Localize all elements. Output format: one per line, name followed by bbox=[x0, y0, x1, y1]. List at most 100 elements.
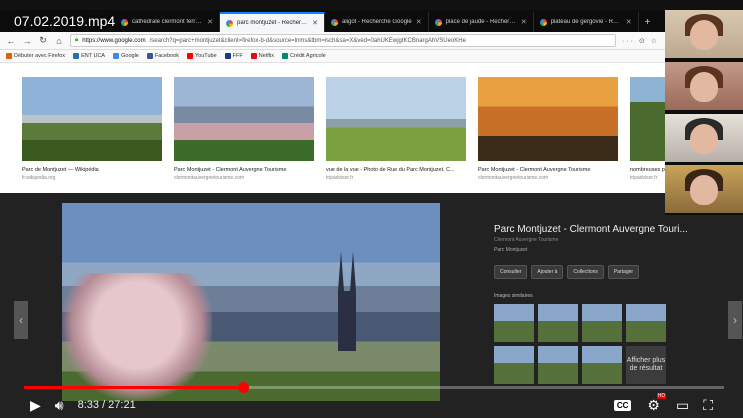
result-caption[interactable]: Parc Montjuzet - Clermont Auvergne Touri… bbox=[478, 167, 618, 173]
bookmark-netflix[interactable]: Netflix bbox=[250, 53, 275, 59]
image-result[interactable]: Parc de Montjuzet — Wikipédia fr.wikipedi… bbox=[22, 77, 162, 181]
miniplayer-icon[interactable]: ▭ bbox=[676, 397, 689, 414]
image-results: Parc de Montjuzet — Wikipédia fr.wikipedi… bbox=[0, 63, 690, 193]
show-more-results-button[interactable]: Afficher plus de résultat bbox=[626, 346, 666, 384]
google-icon bbox=[539, 18, 547, 26]
result-source: tripadvisor.fr bbox=[326, 175, 354, 181]
fullscreen-icon[interactable]: ⛶ bbox=[703, 397, 713, 414]
firefox-icon bbox=[6, 53, 12, 59]
browser-tab[interactable]: plateau de gergovie - Rech ✕ bbox=[534, 12, 639, 32]
bookmark-facebook[interactable]: Facebook bbox=[146, 53, 179, 59]
bookmark-credit-agricole[interactable]: Crédit Agricole bbox=[282, 53, 326, 59]
result-image[interactable] bbox=[478, 77, 618, 161]
similar-image[interactable] bbox=[626, 304, 666, 342]
captions-button[interactable]: CC bbox=[613, 399, 632, 411]
similar-images-label: Images similaires bbox=[494, 293, 533, 299]
close-icon[interactable]: ✕ bbox=[312, 19, 318, 27]
result-caption[interactable]: vue de la vue - Photo de Rue du Parc Mon… bbox=[326, 167, 466, 173]
bookmark-label: Débuter avec Firefox bbox=[14, 53, 66, 59]
visit-button[interactable]: Consulter bbox=[494, 265, 528, 279]
participant-video bbox=[665, 165, 743, 213]
volume-icon[interactable]: 🔊︎ bbox=[55, 397, 64, 414]
preview-subtitle: Parc Montjuzet bbox=[494, 247, 528, 253]
previous-image-button[interactable]: ‹ bbox=[14, 301, 28, 339]
lock-icon: 🔒︎ bbox=[75, 37, 79, 43]
share-button[interactable]: Partager bbox=[607, 265, 640, 279]
browser-tab-active[interactable]: parc montjuzet - Recherche G✕ bbox=[220, 12, 325, 32]
url-host: https://www.google.com bbox=[82, 37, 146, 44]
result-caption[interactable]: Parc de Montjuzet — Wikipédia bbox=[22, 167, 162, 173]
similar-image[interactable] bbox=[494, 346, 534, 384]
google-icon bbox=[113, 53, 120, 59]
video-title: 07.02.2019.mp4 bbox=[14, 13, 116, 29]
google-icon bbox=[226, 19, 233, 27]
bookmark-label: Netflix bbox=[258, 53, 275, 59]
forward-icon[interactable]: → bbox=[22, 36, 32, 46]
home-icon[interactable]: ⌂ bbox=[54, 36, 64, 46]
close-icon[interactable]: ✕ bbox=[416, 18, 422, 26]
progress-played bbox=[24, 386, 244, 389]
player-controls: ▶ 🔊︎ 8:33 / 27:21 CC ⚙ HD ▭ ⛶ bbox=[0, 392, 743, 418]
image-result[interactable]: Parc Montjuzet - Clermont Auvergne Touri… bbox=[174, 77, 314, 181]
collections-button[interactable]: Collections bbox=[567, 265, 604, 279]
participant-video bbox=[665, 114, 743, 162]
netflix-icon bbox=[250, 53, 257, 59]
browser-navbar: ← → ↻ ⌂ 🔒︎ https://www.google.com/search… bbox=[0, 32, 665, 50]
close-icon[interactable]: ✕ bbox=[521, 18, 527, 26]
close-icon[interactable]: ✕ bbox=[626, 18, 632, 26]
image-result[interactable]: Parc Montjuzet - Clermont Auvergne Touri… bbox=[478, 77, 618, 181]
participant-video bbox=[665, 62, 743, 110]
new-tab-button[interactable]: + bbox=[639, 12, 657, 32]
bookmark-ent-uca[interactable]: ENT UCA bbox=[73, 53, 105, 59]
tab-label: plateau de gergovie - Rech bbox=[550, 19, 622, 25]
result-image[interactable] bbox=[326, 77, 466, 161]
bookmark-label: FFF bbox=[232, 53, 243, 59]
bookmark-youtube[interactable]: YouTube bbox=[187, 53, 217, 59]
participant-face bbox=[690, 72, 718, 102]
settings-icon[interactable]: ⚙ HD bbox=[647, 392, 666, 414]
bookmark-fff[interactable]: FFF bbox=[224, 53, 243, 59]
tab-label: parc montjuzet - Recherche G bbox=[237, 20, 309, 26]
preview-title[interactable]: Parc Montjuzet - Clermont Auvergne Touri… bbox=[494, 224, 714, 235]
back-icon[interactable]: ← bbox=[6, 36, 16, 46]
similar-image[interactable] bbox=[538, 304, 578, 342]
preview-actions: Consulter Ajouter à Collections Partager bbox=[494, 265, 714, 279]
image-result[interactable]: vue de la vue - Photo de Rue du Parc Mon… bbox=[326, 77, 466, 181]
bookmark-label: Crédit Agricole bbox=[290, 53, 326, 59]
tab-label: aligot - Recherche Google bbox=[342, 19, 412, 25]
bookmark-google[interactable]: Google bbox=[113, 53, 139, 59]
bookmark-label: Google bbox=[121, 53, 139, 59]
participant-face bbox=[690, 20, 718, 50]
page-actions-menu[interactable]: ··· ⊙ ☆ bbox=[622, 37, 659, 45]
add-to-button[interactable]: Ajouter à bbox=[531, 265, 564, 279]
google-icon bbox=[331, 18, 338, 26]
play-icon[interactable]: ▶ bbox=[30, 397, 41, 414]
close-icon[interactable]: ✕ bbox=[207, 18, 213, 26]
next-image-button[interactable]: › bbox=[728, 301, 742, 339]
similar-image[interactable] bbox=[538, 346, 578, 384]
bookmark-label: ENT UCA bbox=[81, 53, 106, 59]
similar-image[interactable] bbox=[582, 346, 622, 384]
time-display: 8:33 / 27:21 bbox=[77, 399, 136, 411]
preview-source: Clermont Auvergne Tourisme bbox=[494, 237, 559, 243]
result-image[interactable] bbox=[22, 77, 162, 161]
browser-tab[interactable]: aligot - Recherche Google ✕ bbox=[325, 12, 429, 32]
result-image[interactable] bbox=[174, 77, 314, 161]
browser-tab[interactable]: cathédrale clermont ferrand ✕ bbox=[115, 12, 220, 32]
result-caption[interactable]: Parc Montjuzet - Clermont Auvergne Touri… bbox=[174, 167, 314, 173]
participant-video bbox=[665, 10, 743, 58]
progress-bar[interactable] bbox=[24, 382, 724, 393]
hd-badge: HD bbox=[656, 392, 666, 399]
preview-image[interactable] bbox=[62, 203, 440, 401]
url-bar[interactable]: 🔒︎ https://www.google.com/search?q=parc+… bbox=[70, 34, 616, 47]
bookmark-firefox[interactable]: Débuter avec Firefox bbox=[6, 53, 65, 59]
similar-image[interactable] bbox=[582, 304, 622, 342]
preview-info: Parc Montjuzet - Clermont Auvergne Touri… bbox=[494, 224, 714, 384]
video-player[interactable]: cathédrale clermont ferrand ✕ parc montju… bbox=[0, 0, 743, 418]
participant-face bbox=[690, 175, 718, 205]
fff-icon bbox=[224, 53, 231, 59]
browser-tab[interactable]: place de jaude - Recherche G ✕ bbox=[429, 12, 534, 32]
tab-label: cathédrale clermont ferrand bbox=[132, 19, 204, 25]
similar-image[interactable] bbox=[494, 304, 534, 342]
reload-icon[interactable]: ↻ bbox=[38, 35, 48, 46]
